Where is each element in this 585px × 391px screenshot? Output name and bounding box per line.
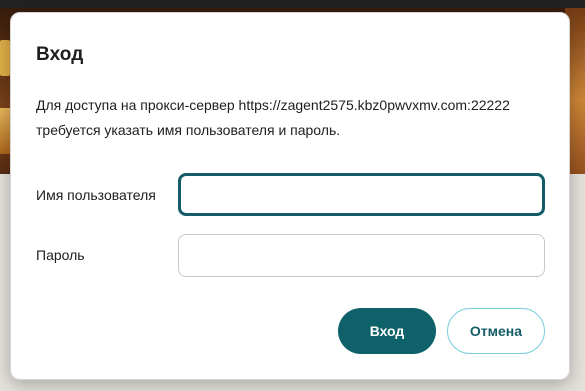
- proxy-auth-dialog: Вход Для доступа на прокси-сервер https:…: [10, 12, 570, 380]
- dialog-title: Вход: [36, 44, 84, 65]
- password-input[interactable]: [178, 234, 545, 277]
- password-label: Пароль: [36, 247, 85, 263]
- cancel-button[interactable]: Отмена: [447, 308, 545, 354]
- login-button[interactable]: Вход: [338, 308, 436, 354]
- username-label: Имя пользователя: [36, 187, 156, 203]
- dialog-message: Для доступа на прокси-сервер https://zag…: [36, 97, 510, 138]
- username-input[interactable]: [178, 173, 545, 216]
